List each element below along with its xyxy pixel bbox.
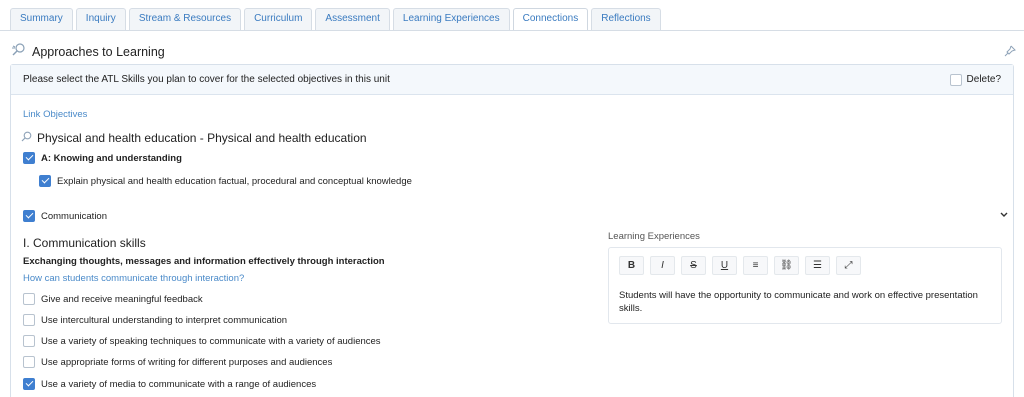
skill-label: Give and receive meaningful feedback [41, 293, 203, 305]
bold-button[interactable]: B [619, 256, 644, 275]
learning-experiences-label: Learning Experiences [608, 231, 700, 242]
skill-checkbox[interactable] [23, 356, 35, 368]
section-title: Approaches to Learning [32, 44, 165, 59]
tab-reflections[interactable]: Reflections [591, 8, 661, 30]
align-icon[interactable]: ☰ [805, 256, 830, 275]
editor-toolbar: B I S U ≡ ⛓ ☰ ⤢ [619, 256, 861, 275]
strikethrough-button[interactable]: S [681, 256, 706, 275]
section-header: Approaches to Learning [10, 43, 165, 60]
category-row[interactable]: Communication [23, 210, 107, 222]
subject-heading: Physical and health education - Physical… [21, 131, 367, 145]
chevron-down-icon[interactable] [999, 210, 1009, 221]
objective-label: A: Knowing and understanding [41, 152, 182, 164]
delete-label: Delete? [966, 74, 1001, 85]
tab-inquiry[interactable]: Inquiry [75, 8, 126, 30]
skill-checkbox[interactable] [23, 378, 35, 390]
skill-question: How can students communicate through int… [23, 273, 245, 284]
skill-row[interactable]: Use intercultural understanding to inter… [23, 314, 287, 326]
objective-item-checkbox[interactable] [39, 175, 51, 187]
tab-bar: Summary Inquiry Stream & Resources Curri… [10, 8, 661, 31]
skill-row[interactable]: Use a variety of media to communicate wi… [23, 378, 316, 390]
tab-summary[interactable]: Summary [10, 8, 73, 30]
skill-label: Use a variety of speaking techniques to … [41, 335, 381, 347]
fullscreen-icon[interactable]: ⤢ [836, 256, 861, 275]
objective-checkbox[interactable] [23, 152, 35, 164]
atl-panel: Please select the ATL Skills you plan to… [10, 64, 1014, 397]
objective-item-label: Explain physical and health education fa… [57, 175, 412, 187]
skill-label: Use a variety of media to communicate wi… [41, 378, 317, 390]
delete-checkbox[interactable] [949, 73, 962, 86]
panel-instruction: Please select the ATL Skills you plan to… [23, 74, 390, 85]
tab-connections[interactable]: Connections [512, 8, 589, 31]
skill-checkbox[interactable] [23, 335, 35, 347]
lightbulb-icon [10, 43, 26, 60]
link-icon[interactable]: ⛓ [774, 256, 799, 275]
skill-label: Use appropriate forms of writing for dif… [41, 356, 333, 368]
tab-stream-resources[interactable]: Stream & Resources [128, 8, 242, 30]
category-checkbox[interactable] [23, 210, 35, 222]
pin-icon[interactable] [1004, 45, 1016, 60]
skill-title: I. Communication skills [23, 236, 146, 250]
skill-row[interactable]: Use a variety of speaking techniques to … [23, 335, 381, 347]
skill-row[interactable]: Give and receive meaningful feedback [23, 293, 203, 305]
underline-button[interactable]: U [712, 256, 737, 275]
editor-content[interactable]: Students will have the opportunity to co… [619, 289, 995, 315]
tab-assessment[interactable]: Assessment [315, 8, 390, 30]
objective-item-row[interactable]: Explain physical and health education fa… [39, 175, 412, 187]
subject-label: Physical and health education - Physical… [37, 131, 367, 145]
tab-divider [0, 30, 1024, 31]
delete-toggle[interactable]: Delete? [949, 73, 1001, 86]
category-label: Communication [41, 210, 107, 222]
skill-checkbox[interactable] [23, 314, 35, 326]
skill-row[interactable]: Use appropriate forms of writing for dif… [23, 356, 332, 368]
skill-label: Use intercultural understanding to inter… [41, 314, 288, 326]
panel-header: Please select the ATL Skills you plan to… [11, 65, 1013, 95]
search-icon [21, 131, 32, 145]
italic-button[interactable]: I [650, 256, 675, 275]
link-objectives-label: Link Objectives [23, 109, 88, 120]
skill-subtitle: Exchanging thoughts, messages and inform… [23, 256, 385, 267]
tab-learning-experiences[interactable]: Learning Experiences [392, 8, 510, 30]
objective-row[interactable]: A: Knowing and understanding [23, 152, 182, 164]
tab-curriculum[interactable]: Curriculum [244, 8, 313, 30]
skill-checkbox[interactable] [23, 293, 35, 305]
learning-experiences-editor[interactable]: B I S U ≡ ⛓ ☰ ⤢ Students will have the o… [608, 247, 1002, 324]
list-icon[interactable]: ≡ [743, 256, 768, 275]
